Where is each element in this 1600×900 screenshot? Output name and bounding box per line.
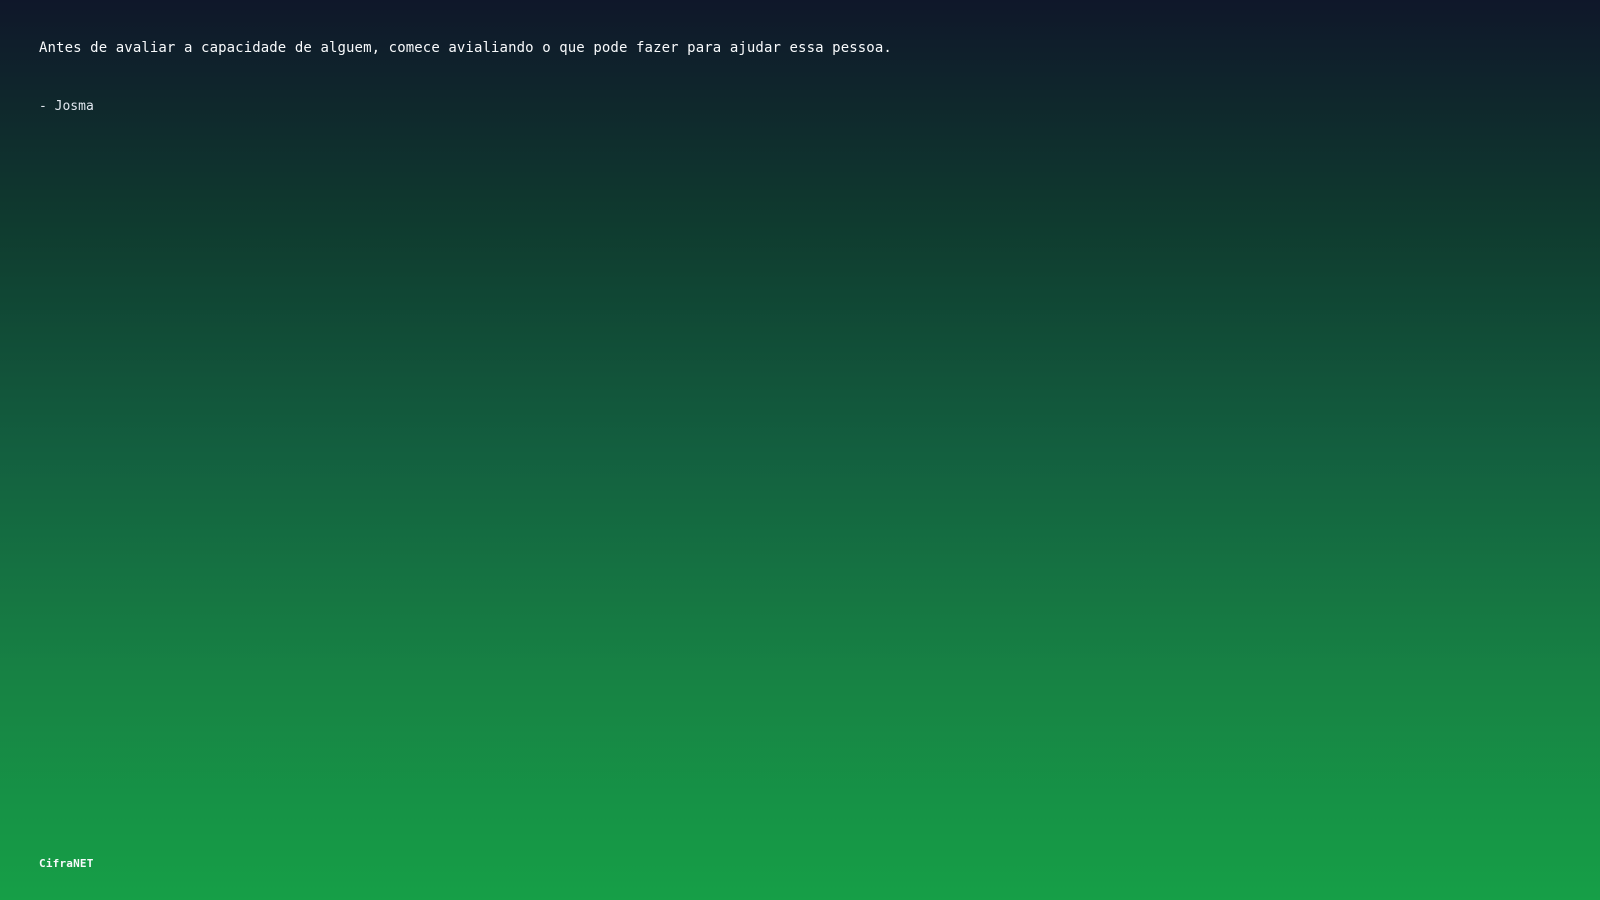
quote-author: - Josma — [39, 99, 94, 114]
brand-label: CifraNET — [39, 857, 94, 870]
quote-text: Antes de avaliar a capacidade de alguem,… — [39, 40, 892, 56]
quote-block: Antes de avaliar a capacidade de alguem,… — [39, 38, 1439, 117]
